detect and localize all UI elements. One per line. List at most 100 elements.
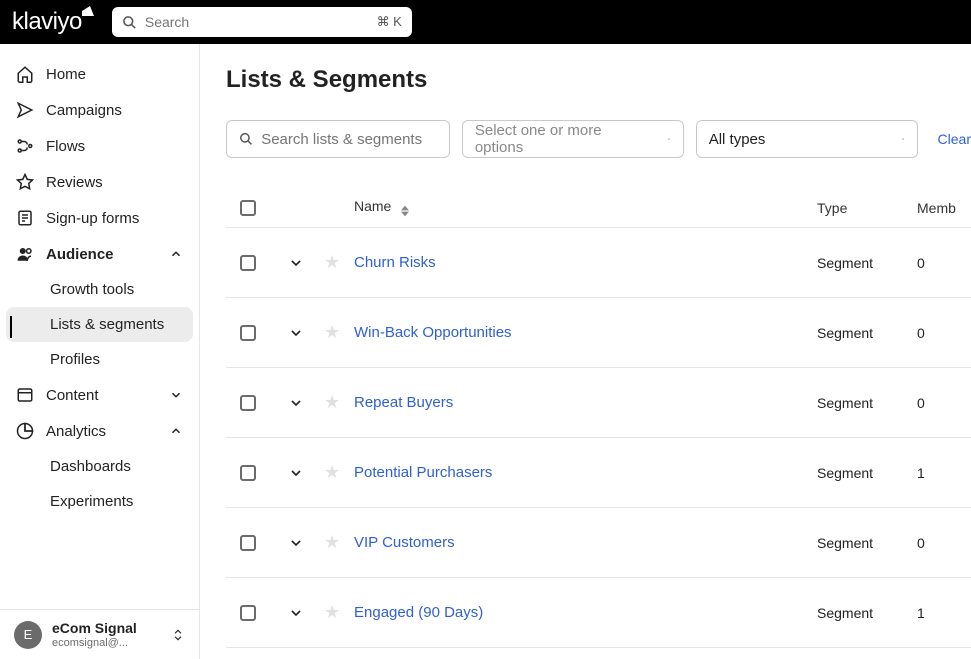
chevron-down-icon [288, 535, 304, 551]
sidebar-item-dashboards[interactable]: Dashboards [6, 449, 193, 484]
sidebar-item-analytics[interactable]: Analytics [0, 413, 199, 449]
nav-label: Reviews [46, 174, 103, 191]
account-switcher[interactable]: E eCom Signal ecomsignal@... [0, 609, 199, 659]
row-checkbox[interactable] [240, 395, 256, 411]
select-all-checkbox[interactable] [240, 200, 256, 216]
row-expand[interactable] [288, 395, 324, 411]
account-name: eCom Signal [52, 620, 137, 637]
main-content: Lists & Segments Select one or more opti… [200, 44, 971, 659]
favorite-star-icon[interactable]: ★ [324, 602, 340, 622]
sidebar-item-home[interactable]: Home [0, 56, 199, 92]
row-expand[interactable] [288, 325, 324, 341]
table-row: ★ Potential Purchasers Segment1 [226, 438, 971, 508]
form-icon [16, 209, 34, 227]
sidebar-item-reviews[interactable]: Reviews [0, 164, 199, 200]
nav-label: Content [46, 387, 99, 404]
table-row: ★ Win-Back Opportunities Segment0 [226, 298, 971, 368]
chevron-down-icon [288, 605, 304, 621]
sidebar-item-growth-tools[interactable]: Growth tools [6, 272, 193, 307]
row-expand[interactable] [288, 535, 324, 551]
segment-name-link[interactable]: Win-Back Opportunities [354, 324, 512, 341]
row-expand[interactable] [288, 605, 324, 621]
table-row: ★ VIP Customers Segment0 [226, 508, 971, 578]
filter-bar: Select one or more options All types Cle… [226, 120, 971, 158]
row-checkbox[interactable] [240, 325, 256, 341]
row-checkbox[interactable] [240, 255, 256, 271]
row-members: 0 [917, 255, 957, 271]
segment-name-link[interactable]: VIP Customers [354, 534, 455, 551]
sidebar-item-flows[interactable]: Flows [0, 128, 199, 164]
column-header-type: Type [817, 200, 917, 216]
chevron-up-icon [169, 424, 183, 438]
column-label: Name [354, 198, 391, 214]
row-members: 0 [917, 395, 957, 411]
row-members: 0 [917, 325, 957, 341]
sidebar-item-experiments[interactable]: Experiments [6, 484, 193, 519]
logo[interactable]: klaviyo [12, 8, 82, 36]
row-members: 1 [917, 465, 957, 481]
avatar: E [14, 621, 42, 649]
nav-label: Campaigns [46, 102, 122, 119]
nav-label: Flows [46, 138, 85, 155]
segment-name-link[interactable]: Potential Purchasers [354, 464, 492, 481]
chevron-updown-icon [171, 626, 185, 644]
type-filter-dropdown[interactable]: All types [696, 120, 918, 158]
chevron-down-icon [288, 395, 304, 411]
sidebar-item-audience[interactable]: Audience [0, 236, 199, 272]
row-type: Segment [817, 255, 917, 271]
row-type: Segment [817, 395, 917, 411]
row-type: Segment [817, 535, 917, 551]
favorite-star-icon[interactable]: ★ [324, 252, 340, 272]
nav-label: Analytics [46, 423, 106, 440]
favorite-star-icon[interactable]: ★ [324, 322, 340, 342]
table-row: ★ Churn Risks Segment0 [226, 228, 971, 298]
search-lists-field[interactable] [226, 120, 450, 158]
global-search[interactable]: ⌘ K [112, 7, 412, 37]
global-search-input[interactable] [145, 14, 369, 30]
column-header-members: Memb [917, 200, 957, 216]
table-body: ★Churn RisksSegment0★Win-Back Opportunit… [226, 228, 971, 648]
row-checkbox[interactable] [240, 465, 256, 481]
star-icon [16, 173, 34, 191]
column-header-name[interactable]: Name [352, 198, 817, 217]
row-expand[interactable] [288, 465, 324, 481]
sidebar-item-signup-forms[interactable]: Sign-up forms [0, 200, 199, 236]
row-type: Segment [817, 325, 917, 341]
row-checkbox[interactable] [240, 605, 256, 621]
segment-name-link[interactable]: Churn Risks [354, 254, 436, 271]
row-members: 0 [917, 535, 957, 551]
favorite-star-icon[interactable]: ★ [324, 532, 340, 552]
topbar: klaviyo ⌘ K [0, 0, 971, 44]
chevron-down-icon [889, 131, 905, 147]
sort-icon [401, 205, 409, 217]
nav-label: Audience [46, 246, 114, 263]
chevron-down-icon [288, 325, 304, 341]
row-checkbox[interactable] [240, 535, 256, 551]
table-row: ★ Repeat Buyers Segment0 [226, 368, 971, 438]
sidebar: Home Campaigns Flows Reviews Sign-up for… [0, 44, 200, 659]
favorite-star-icon[interactable]: ★ [324, 392, 340, 412]
search-lists-input[interactable] [261, 131, 437, 148]
favorite-star-icon[interactable]: ★ [324, 462, 340, 482]
search-icon [122, 15, 137, 30]
sidebar-item-content[interactable]: Content [0, 377, 199, 413]
account-email: ecomsignal@... [52, 637, 137, 649]
dropdown-placeholder: Select one or more options [475, 122, 647, 156]
nav-label: Home [46, 66, 86, 83]
tags-filter-dropdown[interactable]: Select one or more options [462, 120, 684, 158]
sidebar-item-lists-segments[interactable]: Lists & segments [6, 307, 193, 342]
segment-name-link[interactable]: Repeat Buyers [354, 394, 453, 411]
content-icon [16, 386, 34, 404]
search-shortcut: ⌘ K [377, 14, 402, 30]
search-icon [239, 131, 253, 147]
send-icon [16, 101, 34, 119]
chevron-up-icon [169, 247, 183, 261]
sidebar-item-campaigns[interactable]: Campaigns [0, 92, 199, 128]
segment-name-link[interactable]: Engaged (90 Days) [354, 604, 483, 621]
clear-filters-link[interactable]: Clear [938, 131, 971, 147]
sidebar-item-profiles[interactable]: Profiles [6, 342, 193, 377]
row-type: Segment [817, 465, 917, 481]
nav-label: Sign-up forms [46, 210, 139, 227]
chevron-down-icon [288, 465, 304, 481]
row-expand[interactable] [288, 255, 324, 271]
